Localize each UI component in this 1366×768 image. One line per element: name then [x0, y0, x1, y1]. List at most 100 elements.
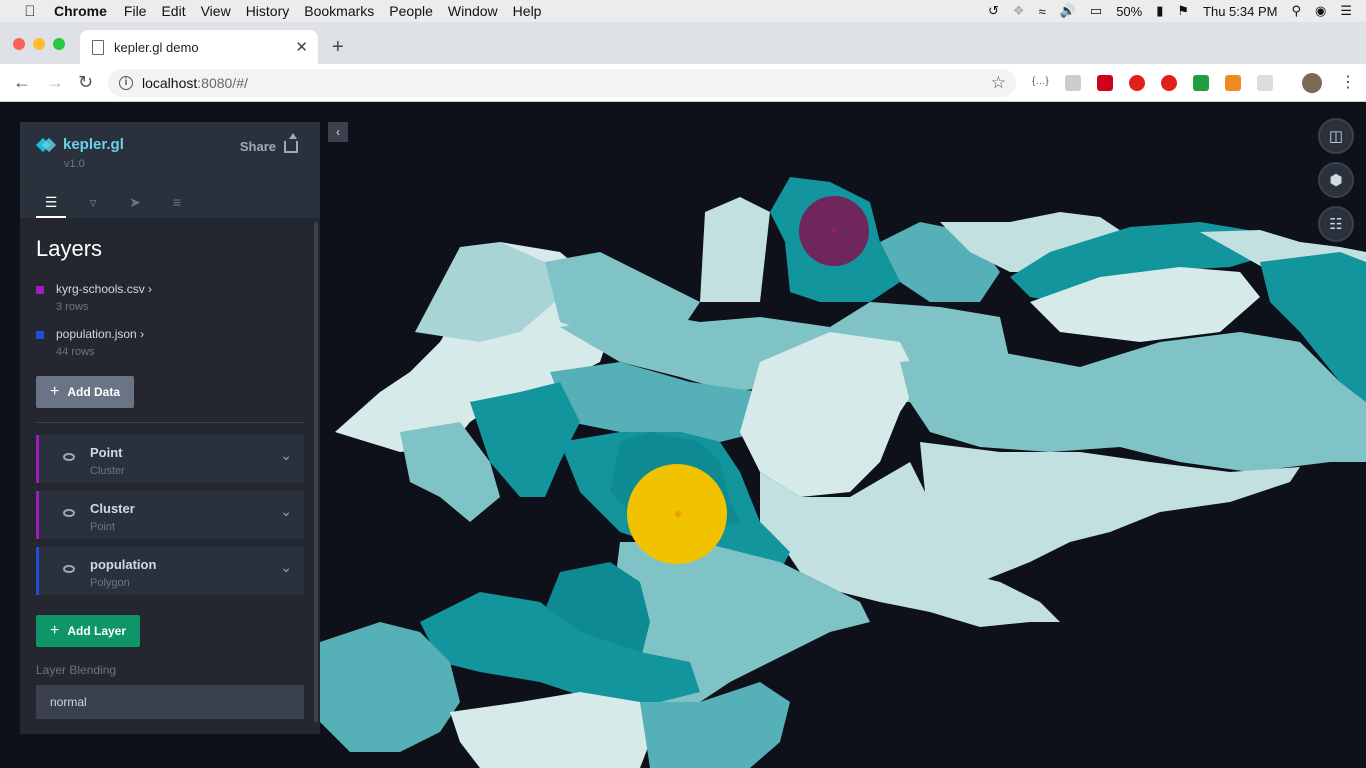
- menu-help[interactable]: Help: [513, 3, 542, 19]
- eye-icon[interactable]: [63, 453, 75, 461]
- panel-header: kepler.gl v1.0 Share ☰ ▿ ➤ ≡: [20, 122, 320, 218]
- volume-icon[interactable]: 🔊: [1060, 3, 1076, 19]
- bookmark-star-icon[interactable]: ☆: [991, 73, 1006, 93]
- close-tab-icon[interactable]: ✕: [295, 38, 308, 56]
- flag-icon[interactable]: ⚑: [1177, 3, 1189, 19]
- menu-view[interactable]: View: [201, 3, 231, 19]
- add-layer-button[interactable]: + Add Layer: [36, 615, 141, 647]
- airplay-icon[interactable]: ▭: [1090, 3, 1102, 19]
- logo-text: kepler.gl: [63, 136, 124, 153]
- share-icon: [284, 132, 298, 153]
- layer-panel-point[interactable]: Point Cluster ⌄: [36, 435, 304, 483]
- section-title: Layers: [36, 236, 103, 261]
- share-button[interactable]: Share: [239, 132, 298, 154]
- profile-avatar[interactable]: [1302, 73, 1322, 93]
- menu-history[interactable]: History: [246, 3, 290, 19]
- chevron-down-icon[interactable]: ⌄: [280, 447, 292, 464]
- battery-icon[interactable]: ▮: [1156, 3, 1163, 19]
- menu-app-name[interactable]: Chrome: [54, 3, 107, 19]
- menu-edit[interactable]: Edit: [161, 3, 185, 19]
- tab-map-style[interactable]: ≡: [162, 188, 192, 218]
- minimize-window-button[interactable]: [33, 38, 45, 50]
- new-tab-button[interactable]: +: [332, 36, 344, 59]
- dataset-row-count: 44 rows: [56, 346, 95, 358]
- layer-name: Point: [90, 445, 123, 460]
- bluetooth-icon[interactable]: ❖: [1013, 3, 1025, 19]
- forward-arrow-icon[interactable]: →: [46, 72, 64, 93]
- spotlight-icon[interactable]: ⚲: [1291, 3, 1301, 19]
- menu-bookmarks[interactable]: Bookmarks: [304, 3, 374, 19]
- layer-name: population: [90, 557, 157, 572]
- wifi-icon[interactable]: ≈: [1039, 4, 1046, 19]
- reload-icon[interactable]: ↻: [78, 72, 93, 93]
- page-icon: [92, 39, 104, 55]
- zoom-window-button[interactable]: [53, 38, 65, 50]
- chrome-menu-icon[interactable]: ⋮: [1340, 72, 1356, 92]
- region-chui-west: [700, 197, 770, 302]
- tab-title: kepler.gl demo: [114, 39, 199, 55]
- chat-extension-icon[interactable]: [1065, 75, 1081, 91]
- panel-scrollbar[interactable]: [314, 222, 318, 722]
- apple-icon[interactable]: : [20, 3, 40, 20]
- split-map-icon: ◫: [1328, 128, 1344, 145]
- red-extension-icon[interactable]: [1097, 75, 1113, 91]
- clock[interactable]: Thu 5:34 PM: [1203, 4, 1277, 19]
- split-map-button[interactable]: ◫: [1318, 118, 1354, 154]
- site-info-icon[interactable]: i: [119, 76, 133, 90]
- metamask-extension-icon[interactable]: [1225, 75, 1241, 91]
- browser-tab[interactable]: kepler.gl demo ✕: [80, 30, 318, 64]
- menu-file[interactable]: File: [124, 3, 147, 19]
- panel-tabs: ☰ ▿ ➤ ≡: [36, 188, 204, 218]
- notification-center-icon[interactable]: ☰: [1340, 3, 1352, 19]
- back-arrow-icon[interactable]: ←: [13, 72, 31, 93]
- url-host: localhost: [142, 75, 198, 91]
- time-machine-icon[interactable]: ↺: [988, 3, 999, 19]
- region-south-strip: [450, 692, 650, 768]
- 3d-view-button[interactable]: ⬢: [1318, 162, 1354, 198]
- download-extension-icon[interactable]: [1193, 75, 1209, 91]
- layer-panel-cluster[interactable]: Cluster Point ⌄: [36, 491, 304, 539]
- dataset-item[interactable]: kyrg-schools.csv › 3 rows: [36, 282, 304, 313]
- layers-icon: ☰: [44, 193, 58, 210]
- dataset-color-swatch: [36, 331, 44, 339]
- settings-sliders-icon: ≡: [172, 194, 182, 210]
- collapse-panel-button[interactable]: ‹: [328, 122, 348, 142]
- adblock-plus-icon[interactable]: [1161, 75, 1177, 91]
- chevron-down-icon[interactable]: ⌄: [280, 559, 292, 576]
- layer-type: Point: [90, 521, 116, 533]
- battery-percent[interactable]: 50%: [1116, 4, 1142, 19]
- cursor-icon: ➤: [129, 193, 141, 210]
- plus-icon: +: [50, 383, 60, 400]
- eye-icon[interactable]: [63, 509, 75, 517]
- chevron-down-icon[interactable]: ⌄: [280, 503, 292, 520]
- divider: [36, 422, 304, 423]
- dataset-color-swatch: [36, 286, 44, 294]
- legend-button[interactable]: ☷: [1318, 206, 1354, 242]
- opera-extension-icon[interactable]: [1129, 75, 1145, 91]
- dataset-name: kyrg-schools.csv ›: [56, 282, 153, 296]
- dataset-item[interactable]: population.json › 44 rows: [36, 327, 304, 358]
- url-path: :8080/#/: [197, 75, 248, 91]
- tab-interactions[interactable]: ➤: [120, 188, 150, 218]
- layer-blending-select[interactable]: normal: [36, 685, 304, 719]
- browser-tabstrip: kepler.gl demo ✕ +: [0, 22, 1366, 64]
- kepler-logo-icon: [35, 137, 57, 152]
- menu-people[interactable]: People: [389, 3, 433, 19]
- add-data-button[interactable]: + Add Data: [36, 376, 135, 408]
- tab-layers[interactable]: ☰: [36, 188, 66, 218]
- siri-icon[interactable]: ◉: [1315, 3, 1326, 19]
- eye-icon[interactable]: [63, 565, 75, 573]
- grey-extension-icon[interactable]: [1257, 75, 1273, 91]
- panel-body: Layers kyrg-schools.csv › 3 rows populat…: [20, 218, 320, 734]
- menu-window[interactable]: Window: [448, 3, 498, 19]
- json-extension-icon[interactable]: {…}: [1032, 76, 1049, 92]
- share-label: Share: [239, 139, 276, 154]
- status-area: ↺ ❖ ≈ 🔊 ▭ 50% ▮ ⚑ Thu 5:34 PM ⚲ ◉ ☰: [988, 0, 1366, 22]
- close-window-button[interactable]: [13, 38, 25, 50]
- cube-icon: ⬢: [1329, 172, 1343, 189]
- layer-panel-population[interactable]: population Polygon ⌄: [36, 547, 304, 595]
- address-bar[interactable]: i localhost:8080/#/ ☆: [108, 69, 1016, 97]
- layer-type: Cluster: [90, 465, 125, 477]
- tab-filters[interactable]: ▿: [78, 188, 108, 218]
- filter-icon: ▿: [89, 193, 97, 210]
